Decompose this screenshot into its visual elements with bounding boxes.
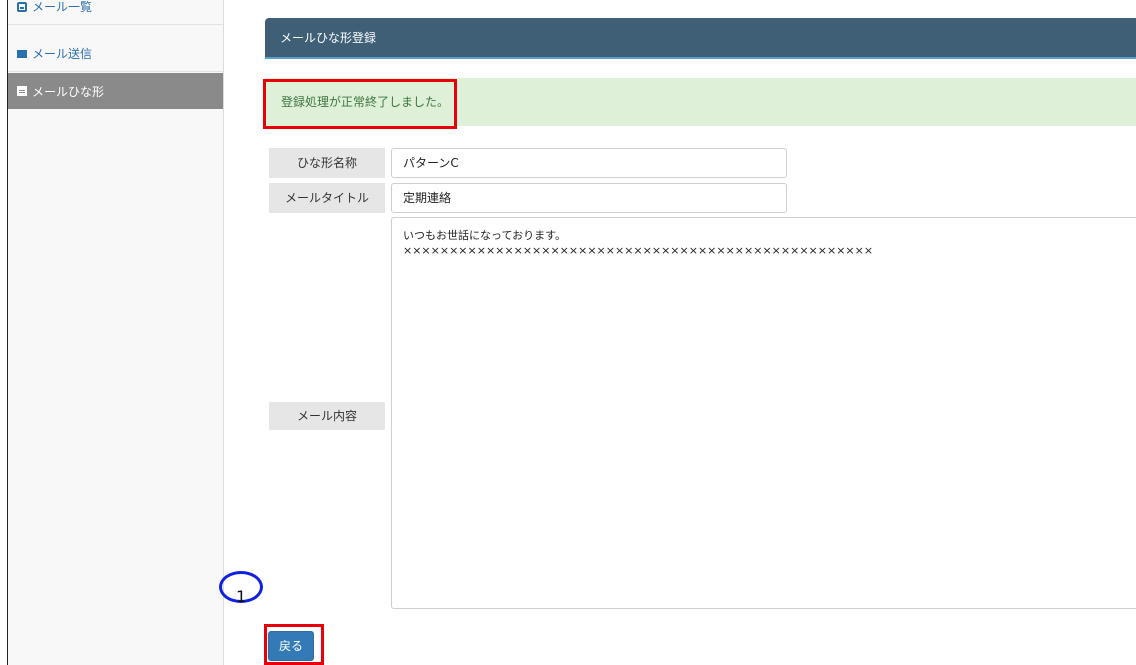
- mail-icon: [17, 49, 27, 58]
- mail-body-line: いつもお世話になっております。: [403, 229, 567, 242]
- file-icon: [17, 86, 27, 96]
- mail-title-input[interactable]: 定期連絡: [391, 183, 787, 213]
- mail-body-label: メール内容: [269, 402, 385, 430]
- sidebar-item-mail-template[interactable]: メールひな形: [8, 73, 223, 109]
- sidebar-item-label: メール一覧: [32, 0, 93, 14]
- sidebar: メール一覧 メール送信 メールひな形: [8, 0, 224, 665]
- inbox-icon: [17, 1, 27, 12]
- sidebar-item-label: メール送信: [32, 47, 93, 61]
- sidebar-item-mail-list[interactable]: メール一覧: [8, 0, 223, 25]
- panel-title: メールひな形登録: [265, 18, 1136, 59]
- mail-body-line: ××××××××××××××××××××××××××××××××××××××××…: [403, 244, 874, 257]
- template-name-label: ひな形名称: [269, 148, 385, 178]
- mail-title-label: メールタイトル: [269, 183, 385, 213]
- back-button-highlight-box: [264, 624, 324, 665]
- annotation-step-number: 1: [236, 587, 247, 606]
- template-name-input[interactable]: パターンC: [391, 148, 787, 178]
- sidebar-item-mail-send[interactable]: メール送信: [8, 36, 223, 72]
- sidebar-item-label: メールひな形: [32, 84, 105, 99]
- alert-highlight-box: [263, 79, 457, 129]
- mail-body-textarea[interactable]: いつもお世話になっております。 ××××××××××××××××××××××××…: [391, 217, 1136, 609]
